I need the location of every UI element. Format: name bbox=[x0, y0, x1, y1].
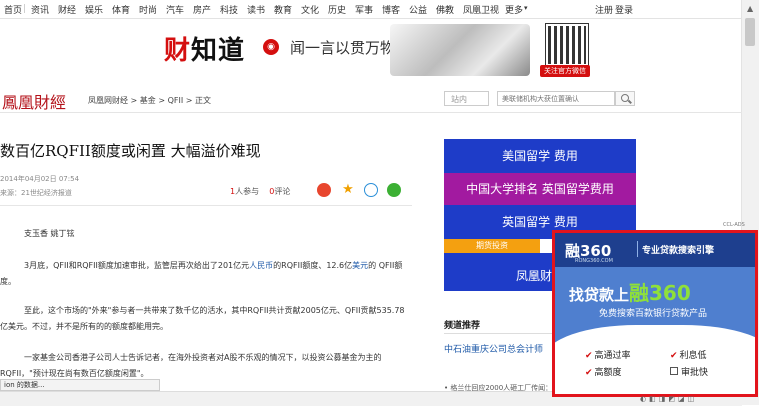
ad-row-2: 中国大学排名 英国留学费用 bbox=[444, 173, 636, 205]
check-icon: ✔ bbox=[585, 368, 593, 378]
divider bbox=[0, 205, 412, 206]
popup-tagline: 专业贷款搜索引擎 bbox=[642, 246, 715, 256]
check-icon: ✔ bbox=[585, 351, 593, 361]
ad-us-study[interactable]: 美国留学 费用 bbox=[444, 143, 636, 173]
login-link[interactable]: 登录 bbox=[615, 3, 633, 16]
wechat-icon[interactable] bbox=[387, 183, 401, 197]
nav-news[interactable]: 资讯 bbox=[31, 3, 49, 16]
popup-cloud-bg bbox=[555, 325, 755, 394]
nav-charity[interactable]: 公益 bbox=[409, 3, 427, 16]
banner-logo: 财知道 bbox=[164, 36, 246, 66]
feature-high-amount: ✔ 高额度 bbox=[585, 368, 622, 378]
article-source: 来源：21世纪经济报道 bbox=[0, 189, 72, 197]
nav-buddhism[interactable]: 佛教 bbox=[436, 3, 454, 16]
nav-blog[interactable]: 博客 bbox=[382, 3, 400, 16]
loan-popup-ad[interactable]: 融360 RONG360.COM 专业贷款搜索引擎 找贷款上融360 免费搜索百… bbox=[552, 230, 758, 397]
nav-history[interactable]: 历史 bbox=[328, 3, 346, 16]
top-nav: 首页 资讯 财经 娱乐 体育 时尚 汽车 房产 科技 读书 教育 文化 历史 军… bbox=[0, 0, 742, 19]
ad-uk-cost[interactable]: 英国留学费用 bbox=[542, 182, 614, 196]
nav-sports[interactable]: 体育 bbox=[112, 3, 130, 16]
system-tray-icons: ◐◧◨◩◪◫ bbox=[640, 395, 698, 403]
checkbox-icon bbox=[670, 367, 678, 375]
chevron-down-icon: ▾ bbox=[524, 4, 528, 12]
nav-house[interactable]: 房产 bbox=[193, 3, 211, 16]
comment-bubble-icon[interactable] bbox=[364, 183, 378, 197]
follow-wechat-label: 关注官方微信 bbox=[540, 65, 590, 77]
top-banner-ad[interactable]: 财知道 ◉ 闻一言以贯万物 关注官方微信 bbox=[150, 22, 636, 78]
nav-ent[interactable]: 娱乐 bbox=[85, 3, 103, 16]
nav-culture[interactable]: 文化 bbox=[301, 3, 319, 16]
site-logo[interactable]: 鳳凰財經 bbox=[2, 89, 66, 113]
ad-corner-tag: CCL-ADS bbox=[723, 222, 745, 228]
article-date: 2014年04月02日 07:54 bbox=[0, 175, 80, 183]
feature-fast-approval: 审批快 bbox=[670, 365, 708, 378]
audio-icon: ◉ bbox=[263, 39, 279, 55]
weibo-icon[interactable] bbox=[317, 183, 331, 197]
channel-bar: 鳳凰財經 凤凰网财经 > 基金 > QFII > 正文 站内 bbox=[0, 86, 742, 113]
engagement-stats: 1人参与 0评论 bbox=[230, 187, 291, 196]
nav-fashion[interactable]: 时尚 bbox=[139, 3, 157, 16]
scrollbar-thumb[interactable] bbox=[745, 18, 755, 46]
search-scope-select[interactable]: 站内 bbox=[444, 91, 489, 106]
rmb-link[interactable]: 人民币 bbox=[249, 261, 273, 270]
banner-slogan: 闻一言以贯万物 bbox=[290, 39, 396, 57]
channel-recommend-heading: 频道推荐 bbox=[444, 321, 481, 331]
star-icon[interactable]: ★ bbox=[341, 183, 355, 197]
feature-low-interest: ✔ 利息低 bbox=[670, 351, 707, 361]
banner-artwork bbox=[390, 24, 530, 76]
rong360-domain: RONG360.COM bbox=[575, 258, 613, 264]
popup-headline: 找贷款上融360 bbox=[569, 281, 691, 305]
nav-edu[interactable]: 教育 bbox=[274, 3, 292, 16]
article-paragraph-2: 至此，这个市场的"外来"参与者一共带来了数千亿的活水，其中RQFII共计贡献20… bbox=[0, 306, 405, 331]
breadcrumb[interactable]: 凤凰网财经 > 基金 > QFII > 正文 bbox=[88, 95, 211, 106]
nav-home[interactable]: 首页 bbox=[4, 3, 22, 16]
nav-phoenixtv[interactable]: 凤凰卫视 bbox=[463, 3, 499, 16]
browser-status-bar: ion 的数据... bbox=[0, 379, 160, 391]
ad-china-rank[interactable]: 中国大学排名 bbox=[466, 182, 538, 196]
article-paragraph-1: 3月底，QFII和RQFII额度加速审批，监管层再次给出了201亿元人民币的RQ… bbox=[0, 261, 403, 286]
popup-subtitle: 免费搜索百款银行贷款产品 bbox=[599, 309, 708, 319]
qr-code-icon bbox=[545, 23, 589, 67]
nav-books[interactable]: 读书 bbox=[247, 3, 265, 16]
nav-finance[interactable]: 财经 bbox=[58, 3, 76, 16]
recommend-link[interactable]: 中石油重庆公司总会计师 bbox=[444, 342, 543, 355]
nav-more[interactable]: 更多 bbox=[505, 3, 523, 16]
nav-military[interactable]: 军事 bbox=[355, 3, 373, 16]
usd-link[interactable]: 美元 bbox=[352, 261, 368, 270]
search-input[interactable] bbox=[497, 91, 615, 106]
search-button[interactable] bbox=[615, 91, 635, 106]
check-icon: ✔ bbox=[670, 351, 678, 361]
nav-tech[interactable]: 科技 bbox=[220, 3, 238, 16]
scroll-up-icon[interactable]: ▲ bbox=[747, 4, 753, 13]
article-authors: 支玉香 姚丁铉 bbox=[24, 229, 75, 238]
article-paragraph-3: 一家基金公司香港子公司人士告诉记者，在海外投资者对A股不乐观的情况下，以投资公募… bbox=[0, 353, 382, 378]
feature-high-approval: ✔ 高通过率 bbox=[585, 351, 631, 361]
nav-auto[interactable]: 汽车 bbox=[166, 3, 184, 16]
register-link[interactable]: 注册 bbox=[595, 3, 613, 16]
ad-futures[interactable]: 期货投资 bbox=[444, 239, 540, 253]
article-title: 数百亿RQFII额度或闲置 大幅溢价难现 bbox=[0, 142, 261, 160]
